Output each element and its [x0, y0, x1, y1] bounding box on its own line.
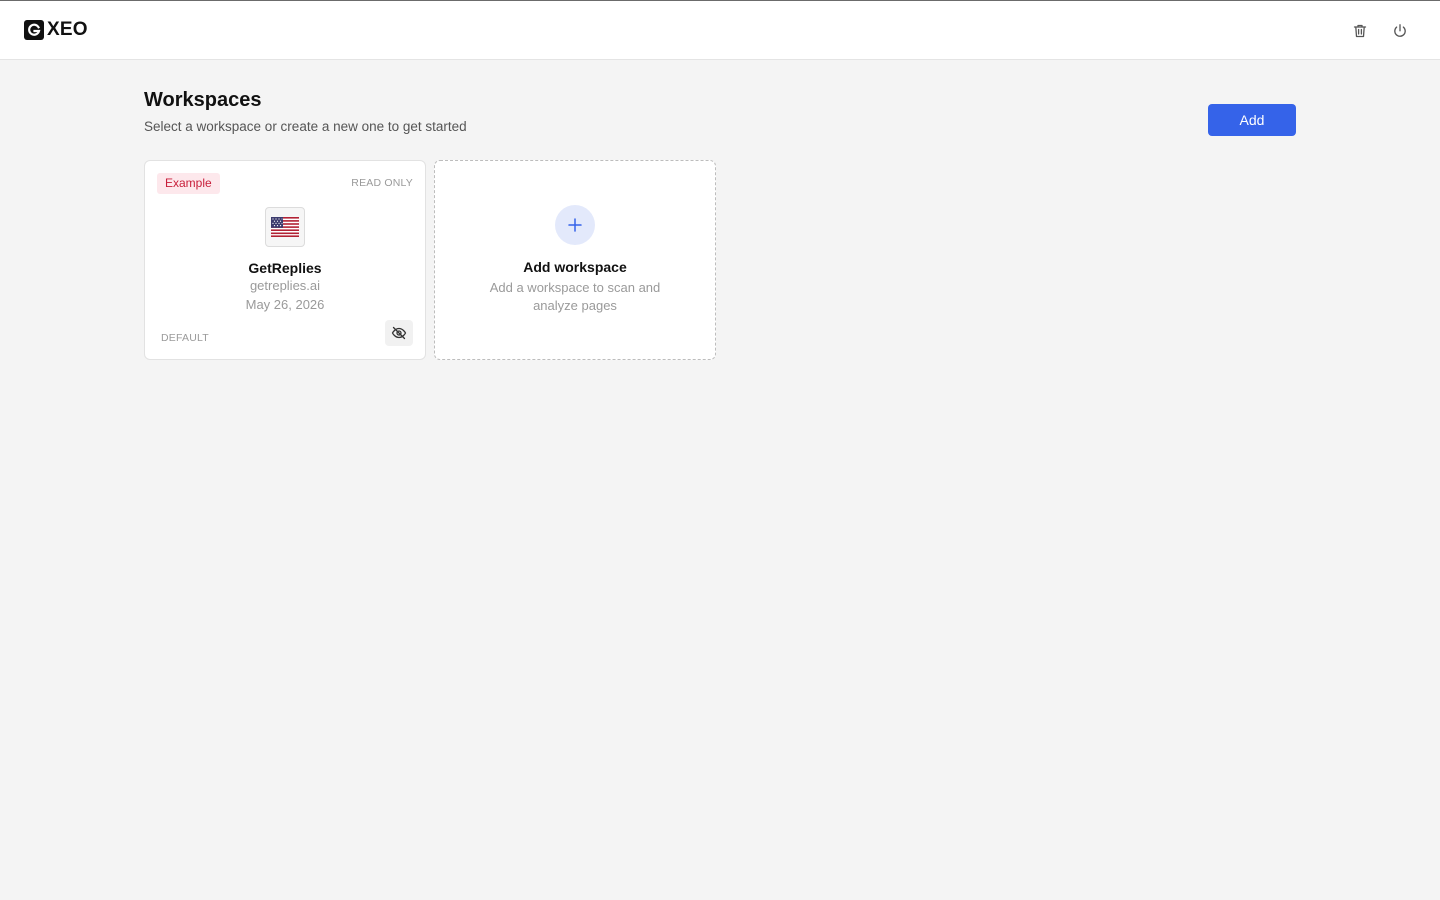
trash-icon[interactable]: [1349, 20, 1371, 42]
workspace-date: May 26, 2026: [245, 297, 325, 312]
us-flag-icon: [265, 207, 305, 247]
default-label: DEFAULT: [161, 332, 209, 344]
example-badge: Example: [157, 173, 220, 194]
add-workspace-description: Add a workspace to scan and analyze page…: [489, 280, 661, 313]
app-logo[interactable]: XEO: [24, 20, 88, 40]
top-bar: XEO: [0, 0, 1440, 60]
add-button[interactable]: Add: [1208, 104, 1296, 136]
add-workspace-title: Add workspace: [523, 259, 627, 275]
power-icon[interactable]: [1389, 20, 1411, 42]
add-workspace-card[interactable]: Add workspace Add a workspace to scan an…: [434, 160, 716, 360]
workspace-name: GetReplies: [248, 260, 322, 276]
app-name: XEO: [47, 19, 88, 40]
workspace-domain: getreplies.ai: [249, 278, 321, 293]
read-only-label: READ ONLY: [351, 177, 413, 189]
plus-icon: [555, 205, 595, 245]
page-subtitle: Select a workspace or create a new one t…: [144, 119, 467, 134]
logo-mark-icon: [24, 20, 44, 40]
eye-off-icon: [391, 325, 407, 341]
hide-workspace-button[interactable]: [385, 320, 413, 346]
page-title: Workspaces: [144, 89, 262, 111]
workspace-card[interactable]: Example READ ONLY GetReplies getreplies.…: [144, 160, 426, 360]
